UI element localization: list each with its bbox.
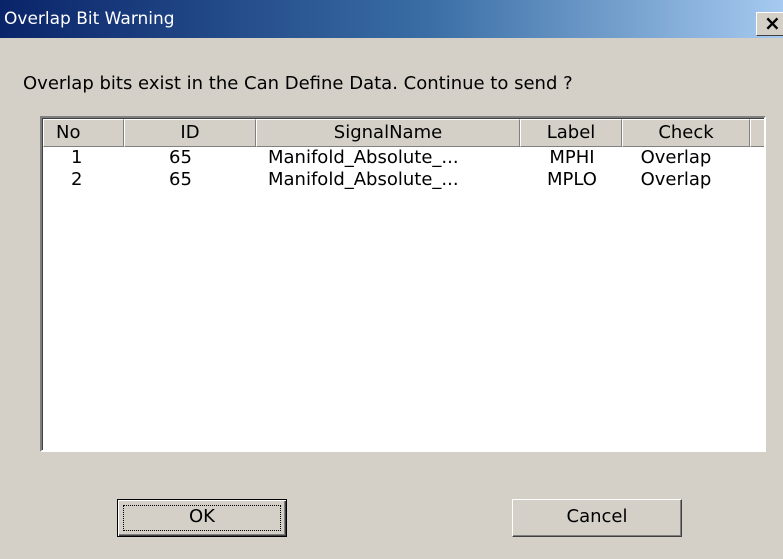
ok-button[interactable]: OK — [117, 499, 287, 537]
cell-check: Overlap — [640, 169, 712, 190]
cell-label: MPHI — [549, 147, 595, 168]
cell-check: Overlap — [640, 147, 712, 168]
list-view-body: No ID SignalName Label Check 1 65 Manifo… — [42, 118, 764, 450]
table-row[interactable]: 2 65 Manifold_Absolute_... MPLO Overlap — [43, 169, 763, 191]
column-header-filler — [750, 119, 764, 147]
column-header-id[interactable]: ID — [124, 119, 256, 147]
column-header-signal-name[interactable]: SignalName — [256, 119, 520, 147]
cancel-button-label: Cancel — [566, 506, 628, 527]
column-header-check[interactable]: Check — [622, 119, 750, 147]
cancel-button[interactable]: Cancel — [512, 499, 682, 537]
cell-id: 65 — [169, 147, 192, 168]
title-bar[interactable]: Overlap Bit Warning × — [0, 0, 783, 38]
overlap-bit-warning-dialog: Overlap Bit Warning × Overlap bits exist… — [0, 0, 783, 559]
close-button[interactable]: × — [756, 11, 783, 36]
close-icon: × — [764, 11, 781, 35]
list-header: No ID SignalName Label Check — [43, 119, 764, 147]
window-title: Overlap Bit Warning — [4, 9, 175, 29]
column-header-no[interactable]: No — [43, 119, 124, 147]
warning-message: Overlap bits exist in the Can Define Dat… — [23, 73, 573, 94]
cell-label: MPLO — [547, 169, 597, 190]
ok-button-label: OK — [189, 506, 215, 527]
cell-signal-name: Manifold_Absolute_... — [268, 169, 459, 190]
column-header-label[interactable]: Label — [520, 119, 622, 147]
table-row[interactable]: 1 65 Manifold_Absolute_... MPHI Overlap — [43, 147, 763, 169]
overlap-list-view[interactable]: No ID SignalName Label Check 1 65 Manifo… — [40, 116, 766, 452]
cell-no: 2 — [71, 169, 83, 190]
cell-no: 1 — [71, 147, 83, 168]
cell-signal-name: Manifold_Absolute_... — [268, 147, 459, 168]
cell-id: 65 — [169, 169, 192, 190]
